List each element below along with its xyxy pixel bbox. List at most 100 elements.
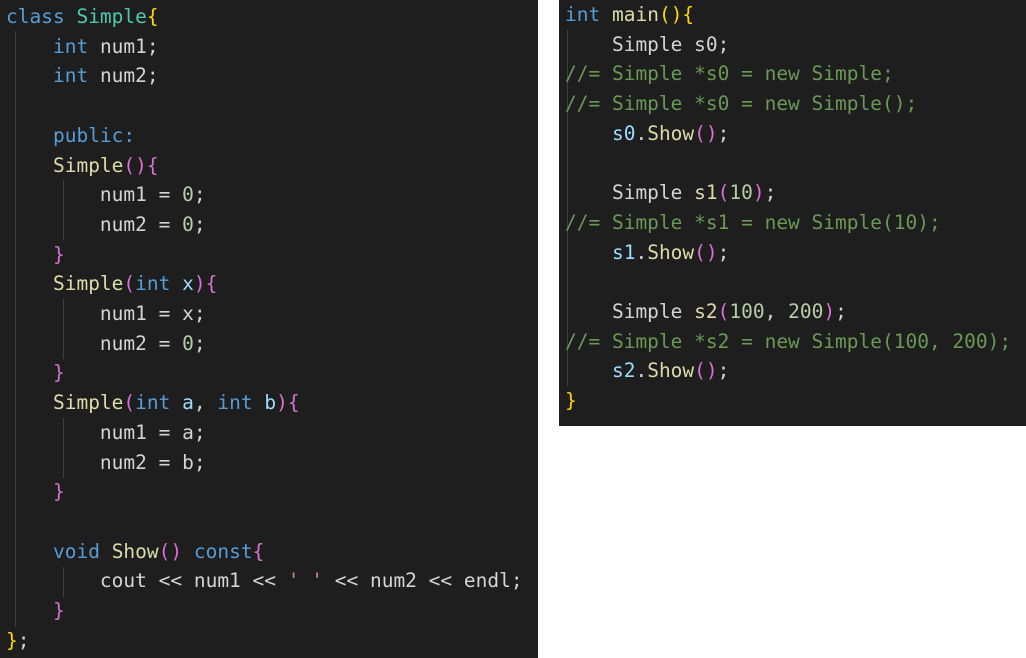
code-token: int [135, 272, 171, 296]
code-line: //= Simple *s0 = new Simple(); [565, 89, 917, 119]
code-token: ){ [193, 272, 218, 296]
code-line: //= Simple *s1 = new Simple(10); [565, 208, 941, 238]
code-token: num2 = b; [6, 450, 206, 474]
code-token: //= Simple *s0 = new Simple(); [565, 92, 918, 116]
code-token: void [52, 539, 100, 563]
code-token: num2 = [6, 212, 183, 236]
code-token: ; [193, 183, 206, 207]
code-token: } [52, 599, 65, 622]
code-token: { [146, 5, 159, 28]
code-token: s1 [694, 181, 718, 205]
code-line: s1.Show(); [565, 238, 729, 268]
code-token: () [694, 121, 718, 145]
code-line: Simple(){ [6, 151, 159, 181]
code-line: Simple(int x){ [6, 269, 217, 299]
code-token: x [182, 272, 194, 296]
code-token: ( [123, 391, 136, 415]
code-token: num1 = [6, 183, 183, 207]
code-token: , [193, 391, 218, 415]
code-line: } [6, 358, 65, 388]
code-token: () [158, 539, 183, 563]
code-line: void Show() const{ [6, 537, 264, 567]
code-token: { [252, 539, 265, 563]
code-token: int [135, 391, 171, 415]
code-token: Simple [76, 5, 147, 28]
code-token: ; [193, 212, 206, 236]
code-token: Show [647, 240, 695, 264]
code-line: cout << num1 << ' ' << num2 << endl; [6, 566, 523, 596]
code-token: Simple [52, 391, 124, 415]
code-token: a [182, 391, 194, 415]
code-token: s2 [694, 300, 718, 323]
code-token: Simple [52, 153, 124, 177]
code-token: main [611, 3, 659, 26]
code-token: ) [752, 181, 765, 205]
code-token: const [193, 539, 253, 563]
code-token: . [635, 121, 648, 145]
code-line: int main(){ [565, 0, 694, 30]
code-token: Show [647, 359, 695, 383]
code-token: 100 [729, 300, 765, 323]
code-line: public: [6, 121, 135, 151]
left-code-panel: class Simple{ int num1; int num2; public… [0, 0, 538, 658]
code-token: } [52, 242, 65, 266]
code-token: 10 [729, 181, 753, 205]
code-line: Simple s2(100, 200); [565, 297, 847, 327]
code-token: ; [193, 331, 206, 355]
code-line: } [6, 240, 65, 270]
code-line: } [6, 477, 65, 507]
code-token: s1 [611, 240, 636, 264]
code-token: } [6, 628, 18, 652]
code-token: public: [52, 123, 136, 147]
code-token: Simple [565, 300, 695, 323]
code-line: s2.Show(); [565, 356, 729, 386]
code-token: ; [717, 240, 730, 264]
code-token: num1; [88, 34, 159, 58]
code-token: (){ [658, 3, 695, 26]
code-token: b [264, 391, 277, 415]
code-token: class [6, 5, 77, 28]
code-token: //= Simple *s2 = new Simple(100, 200); [565, 329, 1012, 353]
code-token: 0 [182, 183, 194, 207]
code-token: << num2 << endl; [323, 569, 523, 593]
right-code-panel: int main(){ Simple s0; //= Simple *s0 = n… [559, 0, 1026, 426]
code-token: ; [717, 121, 730, 145]
code-line: s0.Show(); [565, 119, 729, 149]
code-line: int num1; [6, 32, 159, 62]
code-line: } [565, 386, 577, 416]
code-token: ( [717, 300, 730, 323]
code-token: num2 = [6, 331, 183, 355]
code-token: Simple [565, 181, 695, 205]
code-token: , [764, 300, 789, 323]
code-token: ) [823, 300, 836, 323]
code-line: }; [6, 626, 30, 656]
code-token: . [635, 359, 648, 383]
code-line: num2 = 0; [6, 329, 206, 359]
code-token: Show [647, 121, 695, 145]
code-token: () [694, 240, 718, 264]
code-token: ; [717, 359, 730, 383]
code-token: 0 [182, 212, 194, 236]
code-token: } [52, 480, 65, 504]
code-token: num2; [88, 64, 159, 88]
code-token: int [217, 391, 253, 415]
code-line: class Simple{ [6, 2, 159, 32]
code-token: Show [111, 539, 159, 563]
